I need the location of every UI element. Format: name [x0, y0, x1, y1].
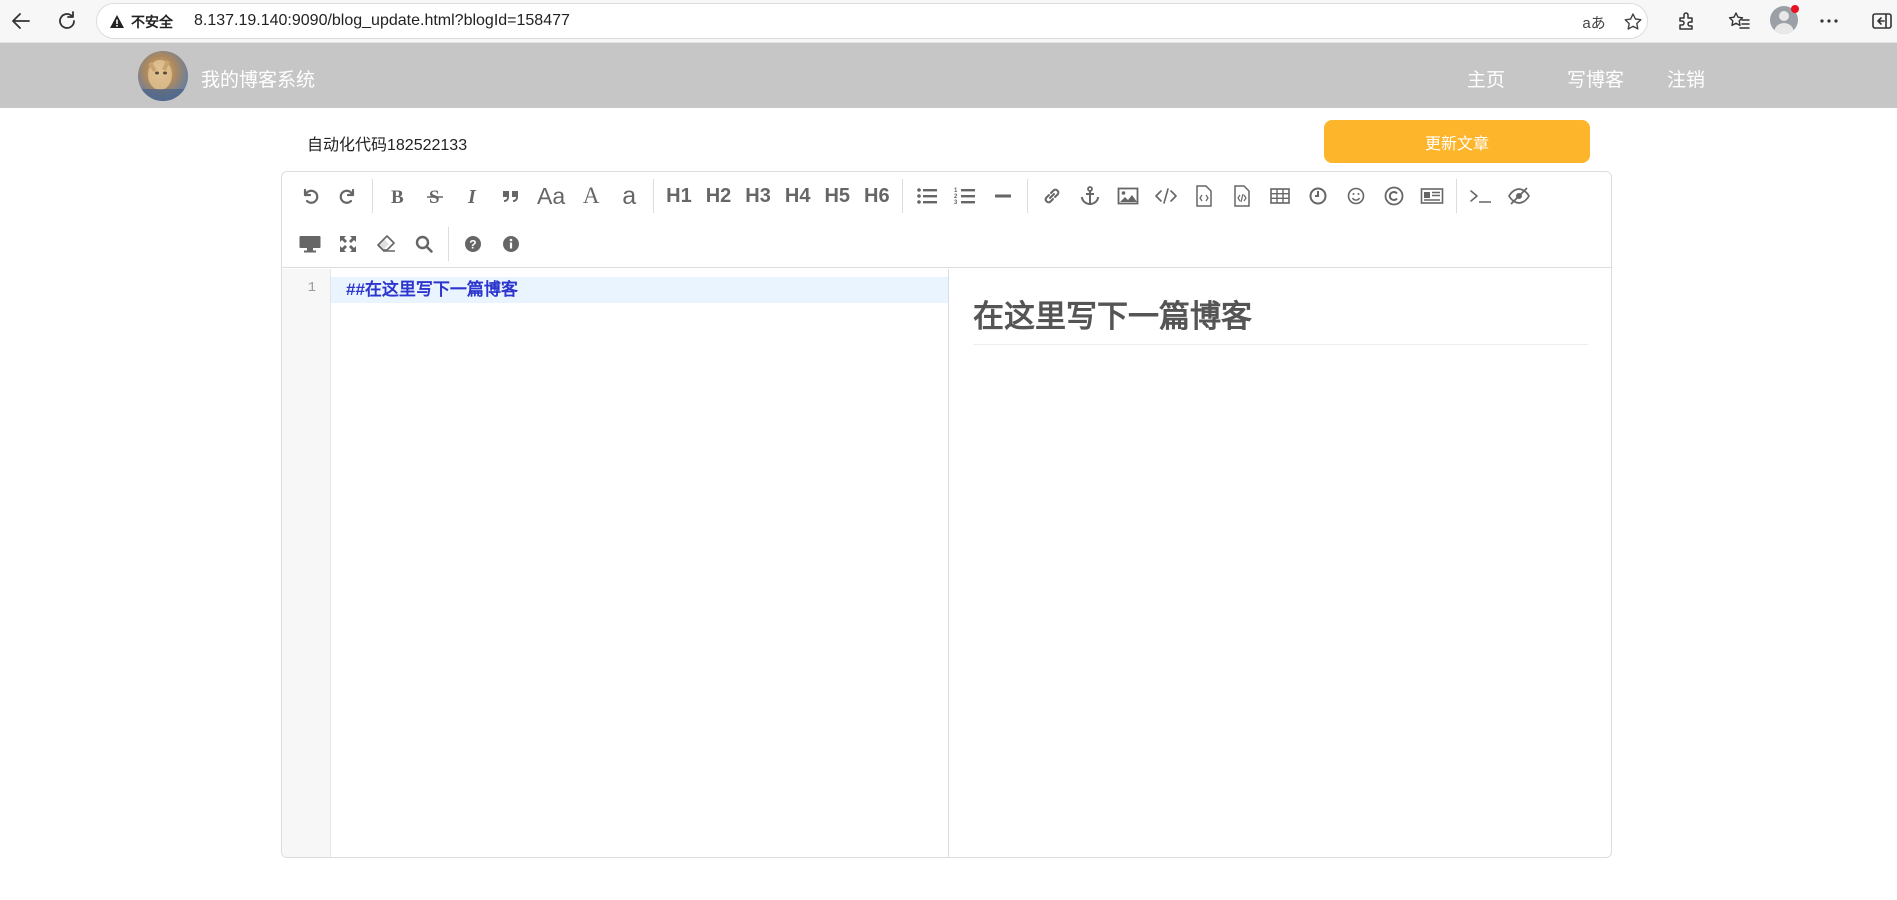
redo-icon[interactable]: [332, 179, 364, 213]
toolbar-divider: [653, 179, 655, 213]
sidebar-toggle-icon[interactable]: [1865, 4, 1897, 38]
warning-icon: [110, 15, 124, 28]
search-icon[interactable]: [408, 227, 440, 261]
horizontal-rule-icon[interactable]: [987, 179, 1019, 213]
uppercase-a-button[interactable]: A: [575, 179, 607, 213]
refresh-icon[interactable]: [50, 4, 84, 38]
line-number: 1: [307, 280, 316, 296]
markdown-line[interactable]: ##在这里写下一篇博客: [331, 277, 948, 303]
terminal-icon[interactable]: [1465, 179, 1497, 213]
nav-link-home[interactable]: 主页: [1467, 65, 1505, 92]
fullscreen-icon[interactable]: [332, 227, 364, 261]
editor-toolbar: B S I Aa A a H1 H2 H3 H4 H5 H6 1 2 3 ?: [282, 172, 1611, 268]
eraser-icon[interactable]: [370, 227, 402, 261]
strikethrough-icon[interactable]: S: [419, 179, 451, 213]
info-icon[interactable]: [495, 227, 527, 261]
pagebreak-news-icon[interactable]: [1416, 179, 1448, 213]
back-icon[interactable]: [4, 4, 38, 38]
heading-4-button[interactable]: H4: [781, 179, 815, 213]
address-bar[interactable]: 不安全 8.137.19.140:9090/blog_update.html?b…: [96, 3, 1648, 39]
site-logo-avatar: [138, 51, 188, 101]
svg-text:3: 3: [954, 200, 958, 206]
help-icon[interactable]: ?: [457, 227, 489, 261]
unordered-list-icon[interactable]: [911, 179, 943, 213]
link-icon[interactable]: [1036, 179, 1068, 213]
code-block-file-icon[interactable]: [1226, 179, 1258, 213]
markdown-preview: 在这里写下一篇博客: [950, 269, 1611, 857]
markdown-input-area[interactable]: ##在这里写下一篇博客: [331, 269, 949, 857]
copyright-icon[interactable]: [1378, 179, 1410, 213]
url-text[interactable]: 8.137.19.140:9090/blog_update.html?blogI…: [194, 12, 570, 30]
nav-link-write[interactable]: 写博客: [1567, 65, 1624, 92]
toolbar-divider: [901, 179, 903, 213]
svg-text:?: ?: [469, 238, 476, 252]
svg-text:B: B: [391, 187, 404, 206]
nav-link-logout[interactable]: 注销: [1667, 65, 1705, 92]
toolbar-divider: [372, 179, 373, 213]
favorite-star-icon[interactable]: [1621, 10, 1645, 34]
heading-2-button[interactable]: H2: [702, 179, 736, 213]
notification-dot: [1791, 5, 1799, 13]
security-label: 不安全: [131, 14, 173, 30]
heading-6-button[interactable]: H6: [860, 179, 894, 213]
read-aloud-label: aあ: [1582, 14, 1606, 32]
emoji-icon[interactable]: [1340, 179, 1372, 213]
toolbar-divider: [1455, 179, 1457, 213]
bold-icon[interactable]: B: [381, 179, 413, 213]
heading-3-button[interactable]: H3: [741, 179, 775, 213]
datetime-icon[interactable]: [1302, 179, 1334, 213]
site-title: 我的博客系统: [201, 70, 316, 91]
ordered-list-icon[interactable]: 123: [949, 179, 981, 213]
anchor-icon[interactable]: [1074, 179, 1106, 213]
toolbar-divider: [448, 227, 449, 261]
blog-title-input[interactable]: [295, 128, 1195, 158]
watch-desktop-icon[interactable]: [294, 227, 326, 261]
browser-toolbar: 不安全 8.137.19.140:9090/blog_update.html?b…: [0, 0, 1897, 43]
image-icon[interactable]: [1112, 179, 1144, 213]
line-number-gutter: 1: [282, 269, 331, 857]
update-article-button[interactable]: 更新文章: [1324, 120, 1590, 163]
preview-heading: 在这里写下一篇博客: [973, 291, 1588, 345]
code-file-icon[interactable]: [1188, 179, 1220, 213]
read-aloud-icon[interactable]: aあ: [1579, 10, 1609, 34]
site-navbar: 我的博客系统 主页 写博客 注销: [0, 43, 1897, 108]
svg-text:I: I: [467, 186, 477, 206]
quote-icon[interactable]: [495, 179, 527, 213]
security-warning[interactable]: 不安全: [109, 12, 173, 32]
code-icon[interactable]: [1150, 179, 1182, 213]
undo-icon[interactable]: [294, 179, 326, 213]
favorites-icon[interactable]: [1722, 4, 1756, 38]
extensions-icon[interactable]: [1670, 4, 1704, 38]
heading-1-button[interactable]: H1: [662, 179, 696, 213]
more-menu-icon[interactable]: [1812, 4, 1846, 38]
toolbar-divider: [1026, 179, 1028, 213]
table-icon[interactable]: [1264, 179, 1296, 213]
lowercase-a-button[interactable]: a: [613, 179, 645, 213]
uppercase-aa-button[interactable]: Aa: [533, 179, 569, 213]
markdown-editor: B S I Aa A a H1 H2 H3 H4 H5 H6 1 2 3 ? 1…: [281, 171, 1612, 858]
heading-5-button[interactable]: H5: [820, 179, 854, 213]
hide-preview-icon[interactable]: [1503, 179, 1535, 213]
italic-icon[interactable]: I: [457, 179, 489, 213]
